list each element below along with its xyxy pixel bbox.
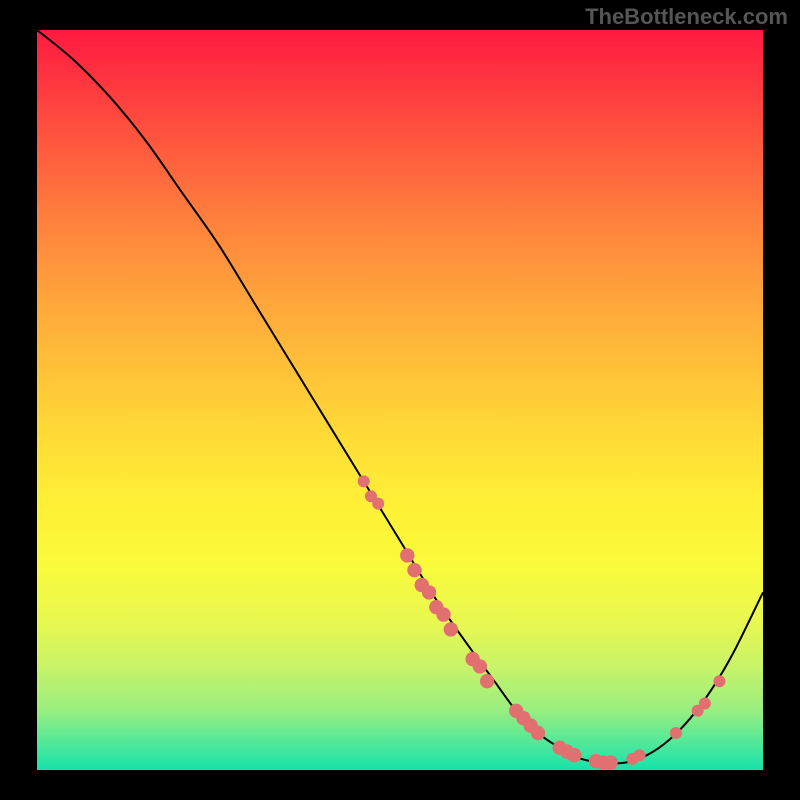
- data-marker: [634, 749, 646, 761]
- data-markers: [358, 475, 726, 769]
- data-marker: [603, 755, 617, 769]
- data-marker: [400, 548, 414, 562]
- data-marker: [444, 622, 458, 636]
- chart-plot-area: [37, 30, 763, 770]
- data-marker: [699, 697, 711, 709]
- data-marker: [372, 498, 384, 510]
- data-marker: [531, 726, 545, 740]
- data-marker: [713, 675, 725, 687]
- data-marker: [358, 475, 370, 487]
- data-marker: [436, 607, 450, 621]
- data-marker: [670, 727, 682, 739]
- bottleneck-curve: [37, 30, 763, 763]
- data-marker: [480, 674, 494, 688]
- data-marker: [407, 563, 421, 577]
- data-marker: [422, 585, 436, 599]
- chart-svg: [37, 30, 763, 770]
- data-marker: [473, 659, 487, 673]
- watermark-text: TheBottleneck.com: [585, 4, 788, 30]
- data-marker: [567, 748, 581, 762]
